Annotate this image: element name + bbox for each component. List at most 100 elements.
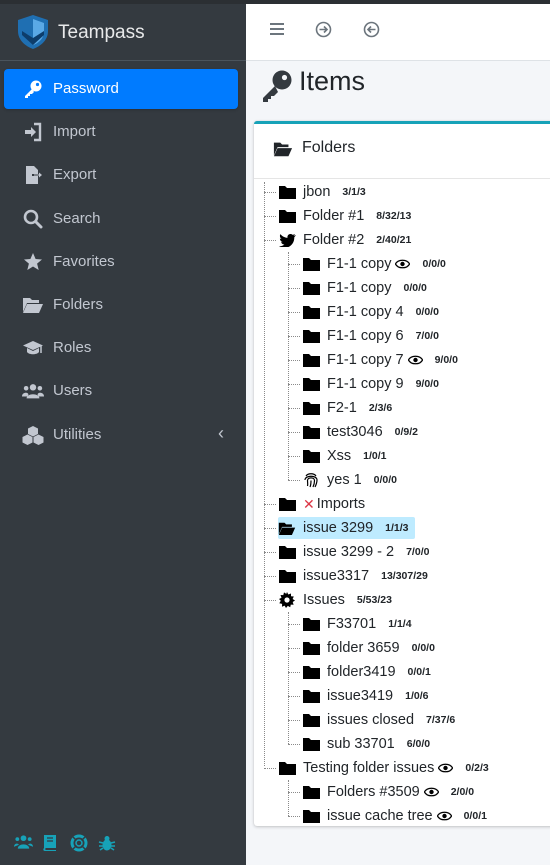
- folder-count-badge: 8/32/13: [376, 210, 412, 222]
- life-ring-icon[interactable]: [70, 834, 89, 853]
- folder-name: jbon: [303, 184, 331, 200]
- tree-node-f2-1[interactable]: F2-1 2/3/6: [302, 397, 392, 419]
- users-footer-icon[interactable]: [14, 834, 33, 853]
- folder-icon: [302, 352, 320, 368]
- folder-icon: [302, 280, 320, 296]
- folder-open-icon: [22, 295, 44, 315]
- folder-name: folder3419: [327, 664, 396, 680]
- tree-node-jbon[interactable]: jbon 3/1/3: [278, 181, 366, 203]
- tree-connector: [288, 480, 300, 481]
- folder-name: Xss: [327, 448, 352, 464]
- teampass-logo-icon: [18, 15, 48, 49]
- sidebar-item-search[interactable]: Search: [4, 199, 238, 239]
- tree-node-f1-1-copy-b[interactable]: F1-1 copy 0/0/0: [302, 277, 427, 299]
- tree-node-test3046[interactable]: test3046 0/9/2: [302, 421, 418, 443]
- tree-connector: [288, 744, 300, 745]
- tree-connector: [288, 264, 300, 265]
- folder-name: Issues: [303, 592, 345, 608]
- tree-node-folder-1[interactable]: Folder #1 8/32/13: [278, 205, 411, 227]
- eye-icon: [423, 786, 439, 798]
- brand-link[interactable]: Teampass: [0, 4, 246, 61]
- tree-node-folders-3509[interactable]: Folders #3509 2/0/0: [302, 781, 474, 803]
- tree-node-imports[interactable]: ✕ Imports: [278, 493, 365, 515]
- folder-icon: [302, 256, 320, 272]
- menu-toggle-icon[interactable]: [266, 18, 288, 40]
- tree-node-sub-33701[interactable]: sub 33701 6/0/0: [302, 733, 430, 755]
- chevron-left-icon: ‹: [218, 423, 224, 443]
- tree-connector: [288, 456, 300, 457]
- tree-connector: [288, 672, 300, 673]
- folder-name: yes 1: [327, 472, 362, 488]
- tree-node-issues-closed[interactable]: issues closed 7/37/6: [302, 709, 455, 731]
- sidebar-item-roles[interactable]: Roles: [4, 328, 238, 368]
- folder-icon: [302, 808, 320, 824]
- folder-icon: [278, 544, 296, 560]
- sidebar-item-label: Favorites: [53, 253, 115, 270]
- tree-node-issue3317[interactable]: issue3317 13/307/29: [278, 565, 428, 587]
- folder-name: Imports: [316, 496, 366, 512]
- file-export-icon: [22, 165, 44, 185]
- folder-icon: [302, 664, 320, 680]
- star-icon: [22, 252, 44, 272]
- tree-connector: [288, 624, 300, 625]
- tree-connector: [288, 432, 300, 433]
- sidebar-item-import[interactable]: Import: [4, 112, 238, 152]
- folder-count-badge: 0/0/1: [407, 666, 431, 678]
- folder-name: issue3419: [327, 688, 394, 704]
- tree-connector: [288, 288, 300, 289]
- tree-node-folder3419[interactable]: folder3419 0/0/1: [302, 661, 431, 683]
- fingerprint-icon: [302, 472, 320, 488]
- sidebar-item-favorites[interactable]: Favorites: [4, 242, 238, 282]
- folder-icon: [302, 712, 320, 728]
- tree-node-yes-1[interactable]: yes 1 0/0/0: [302, 469, 397, 491]
- tree-node-issues[interactable]: Issues 5/53/23: [278, 589, 392, 611]
- sidebar: Teampass Password Import Export Search F…: [0, 0, 246, 865]
- folder-count-badge: 0/0/0: [403, 282, 427, 294]
- folder-name: issue cache tree: [327, 808, 433, 824]
- folder-icon: [302, 736, 320, 752]
- tree-node-f1-1-copy-7[interactable]: F1-1 copy 7 9/0/0: [302, 349, 458, 371]
- tree-node-testing-folder-issues[interactable]: Testing folder issues 0/2/3: [278, 757, 489, 779]
- tree-node-f1-1-copy-4[interactable]: F1-1 copy 4 0/0/0: [302, 301, 439, 323]
- bug-icon[interactable]: [98, 834, 117, 853]
- tree-connector: [288, 648, 300, 649]
- content-header: Items: [246, 61, 550, 121]
- arrow-circle-left-icon[interactable]: [360, 18, 382, 40]
- folder-name: issue 3299: [303, 520, 374, 536]
- tree-node-f33701[interactable]: F33701 1/1/4: [302, 613, 412, 635]
- search-icon: [22, 209, 44, 229]
- sidebar-item-users[interactable]: Users: [4, 371, 238, 411]
- folder-icon: [302, 640, 320, 656]
- tree-node-folder-3659[interactable]: folder 3659 0/0/0: [302, 637, 435, 659]
- sidebar-item-folders[interactable]: Folders: [4, 285, 238, 325]
- tree-connector: [264, 182, 265, 766]
- folder-icon: [278, 208, 296, 224]
- tree-node-issue-3299-2[interactable]: issue 3299 - 2 7/0/0: [278, 541, 429, 563]
- sidebar-item-utilities[interactable]: Utilities ‹: [4, 415, 238, 455]
- folder-icon: [302, 376, 320, 392]
- sidebar-footer: [14, 834, 117, 853]
- sidebar-item-label: Import: [53, 123, 96, 140]
- folder-icon: [302, 304, 320, 320]
- folder-name: Folder #2: [303, 232, 365, 248]
- arrow-circle-right-icon[interactable]: [312, 18, 334, 40]
- tree-node-f1-1-copy-6[interactable]: F1-1 copy 6 7/0/0: [302, 325, 439, 347]
- book-icon[interactable]: [42, 834, 61, 853]
- tree-node-folder-2[interactable]: Folder #2 2/40/21: [278, 229, 411, 251]
- tree-connector: [288, 384, 300, 385]
- folder-name: F1-1 copy 4: [327, 304, 404, 320]
- tree-node-issue3419[interactable]: issue3419 1/0/6: [302, 685, 428, 707]
- tree-node-issue-cache-tree[interactable]: issue cache tree 0/0/1: [302, 805, 487, 827]
- eye-icon: [438, 762, 454, 774]
- sidebar-item-label: Users: [53, 382, 93, 399]
- tree-connector: [288, 360, 300, 361]
- tree-node-f1-1-copy-9[interactable]: F1-1 copy 9 9/0/0: [302, 373, 439, 395]
- sidebar-item-export[interactable]: Export: [4, 155, 238, 195]
- tree-node-issue-3299[interactable]: issue 3299 1/1/3: [278, 517, 415, 539]
- tree-node-xss[interactable]: Xss 1/0/1: [302, 445, 387, 467]
- folders-card-header: Folders: [254, 124, 550, 179]
- tree-node-f1-1-copy[interactable]: F1-1 copy 0/0/0: [302, 253, 446, 275]
- sidebar-item-password[interactable]: Password: [4, 69, 238, 109]
- top-strip: [0, 0, 550, 4]
- eye-icon: [407, 354, 423, 366]
